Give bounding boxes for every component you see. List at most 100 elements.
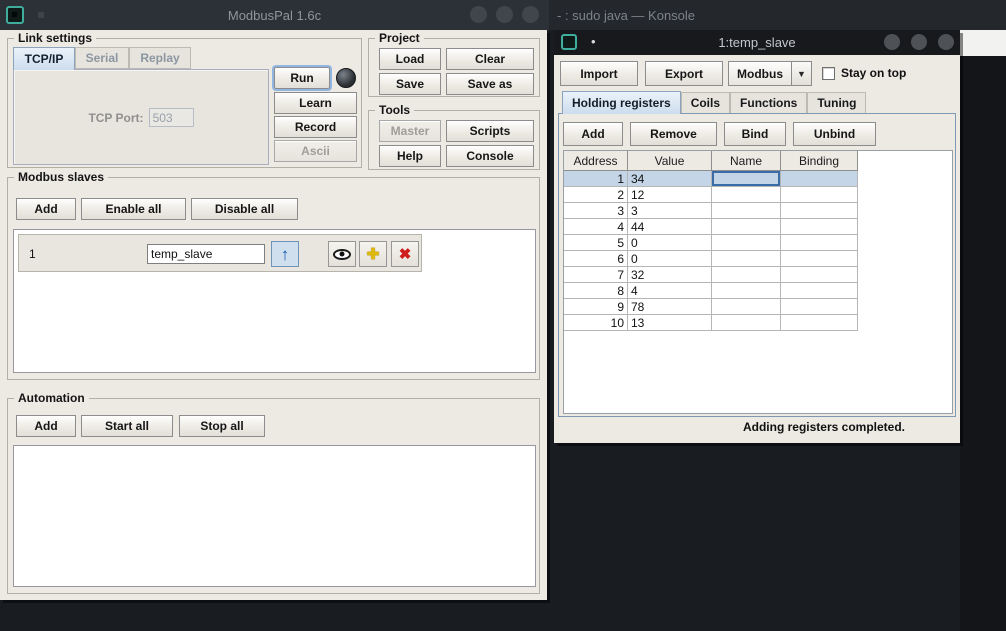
- tab-serial[interactable]: Serial: [75, 47, 129, 69]
- tab-tcpip[interactable]: TCP/IP: [13, 47, 75, 70]
- remove-register-button[interactable]: Remove: [630, 122, 717, 146]
- delete-slave-button[interactable]: ✖: [391, 241, 419, 267]
- register-cell-value[interactable]: 44: [628, 219, 712, 235]
- register-cell-name[interactable]: [712, 235, 781, 251]
- slave-window-minimize-button[interactable]: [884, 34, 900, 50]
- show-slave-panel-button[interactable]: ↑: [271, 241, 299, 267]
- register-cell-address[interactable]: 1: [564, 171, 628, 187]
- modbuspal-titlebar[interactable]: ModbusPal 1.6c: [0, 0, 549, 30]
- duplicate-slave-button[interactable]: ✚: [359, 241, 387, 267]
- register-cell-name[interactable]: [712, 315, 781, 331]
- register-row[interactable]: 50: [564, 235, 952, 251]
- slave-name-input[interactable]: [147, 244, 265, 264]
- register-row[interactable]: 33: [564, 203, 952, 219]
- register-cell-value[interactable]: 12: [628, 187, 712, 203]
- register-cell-binding[interactable]: [781, 203, 858, 219]
- register-cell-address[interactable]: 3: [564, 203, 628, 219]
- tab-coils[interactable]: Coils: [681, 92, 730, 114]
- save-as-button[interactable]: Save as: [446, 73, 534, 95]
- disable-all-button[interactable]: Disable all: [191, 198, 298, 220]
- tab-holding-registers[interactable]: Holding registers: [562, 91, 681, 114]
- register-cell-value[interactable]: 34: [628, 171, 712, 187]
- register-cell-binding[interactable]: [781, 283, 858, 299]
- learn-button[interactable]: Learn: [274, 92, 357, 114]
- register-cell-address[interactable]: 2: [564, 187, 628, 203]
- register-cell-address[interactable]: 5: [564, 235, 628, 251]
- record-button[interactable]: Record: [274, 116, 357, 138]
- register-cell-binding[interactable]: [781, 171, 858, 187]
- register-cell-address[interactable]: 6: [564, 251, 628, 267]
- add-slave-button[interactable]: Add: [16, 198, 76, 220]
- register-cell-name[interactable]: [712, 203, 781, 219]
- register-cell-address[interactable]: 8: [564, 283, 628, 299]
- register-cell-binding[interactable]: [781, 187, 858, 203]
- register-cell-binding[interactable]: [781, 219, 858, 235]
- window-close-button[interactable]: [522, 6, 539, 23]
- register-row[interactable]: 84: [564, 283, 952, 299]
- tab-replay[interactable]: Replay: [129, 47, 191, 69]
- register-cell-value[interactable]: 13: [628, 315, 712, 331]
- console-button[interactable]: Console: [446, 145, 534, 167]
- register-cell-binding[interactable]: [781, 251, 858, 267]
- register-row[interactable]: 1013: [564, 315, 952, 331]
- konsole-titlebar[interactable]: - : sudo java — Konsole: [549, 0, 1006, 30]
- register-row[interactable]: 212: [564, 187, 952, 203]
- tab-tuning[interactable]: Tuning: [807, 92, 866, 114]
- register-cell-value[interactable]: 3: [628, 203, 712, 219]
- register-cell-value[interactable]: 4: [628, 283, 712, 299]
- scripts-button[interactable]: Scripts: [446, 120, 534, 142]
- register-cell-name[interactable]: [712, 171, 781, 187]
- register-cell-address[interactable]: 9: [564, 299, 628, 315]
- slave-window-close-button[interactable]: [938, 34, 954, 50]
- tcp-port-input[interactable]: [149, 108, 194, 127]
- register-cell-value[interactable]: 0: [628, 235, 712, 251]
- column-header-address[interactable]: Address: [564, 151, 628, 171]
- help-button[interactable]: Help: [379, 145, 441, 167]
- tab-functions[interactable]: Functions: [730, 92, 807, 114]
- register-cell-binding[interactable]: [781, 235, 858, 251]
- master-button[interactable]: Master: [379, 120, 441, 142]
- register-row[interactable]: 444: [564, 219, 952, 235]
- register-cell-address[interactable]: 7: [564, 267, 628, 283]
- clear-button[interactable]: Clear: [446, 48, 534, 70]
- chevron-down-icon[interactable]: ▼: [791, 62, 811, 85]
- register-cell-binding[interactable]: [781, 299, 858, 315]
- register-row[interactable]: 134: [564, 171, 952, 187]
- register-cell-binding[interactable]: [781, 267, 858, 283]
- load-button[interactable]: Load: [379, 48, 441, 70]
- register-cell-value[interactable]: 78: [628, 299, 712, 315]
- column-header-binding[interactable]: Binding: [781, 151, 858, 171]
- unbind-button[interactable]: Unbind: [793, 122, 876, 146]
- register-cell-address[interactable]: 10: [564, 315, 628, 331]
- implementation-combo[interactable]: Modbus ▼: [728, 61, 812, 86]
- slave-list-item[interactable]: 1 ↑ ✚ ✖: [18, 234, 422, 272]
- slave-window-maximize-button[interactable]: [911, 34, 927, 50]
- register-cell-name[interactable]: [712, 283, 781, 299]
- column-header-name[interactable]: Name: [712, 151, 781, 171]
- register-cell-value[interactable]: 0: [628, 251, 712, 267]
- bind-button[interactable]: Bind: [724, 122, 786, 146]
- register-cell-address[interactable]: 4: [564, 219, 628, 235]
- save-button[interactable]: Save: [379, 73, 441, 95]
- register-cell-binding[interactable]: [781, 315, 858, 331]
- toggle-visibility-button[interactable]: [328, 241, 356, 267]
- add-register-button[interactable]: Add: [563, 122, 623, 146]
- register-row[interactable]: 978: [564, 299, 952, 315]
- slave-window-titlebar[interactable]: • 1:temp_slave: [554, 30, 960, 55]
- ascii-button[interactable]: Ascii: [274, 140, 357, 162]
- stay-on-top-checkbox[interactable]: [822, 67, 835, 80]
- register-row[interactable]: 732: [564, 267, 952, 283]
- register-cell-name[interactable]: [712, 251, 781, 267]
- export-button[interactable]: Export: [645, 61, 723, 86]
- register-cell-name[interactable]: [712, 219, 781, 235]
- import-button[interactable]: Import: [560, 61, 638, 86]
- column-header-value[interactable]: Value: [628, 151, 712, 171]
- register-row[interactable]: 60: [564, 251, 952, 267]
- stop-all-button[interactable]: Stop all: [179, 415, 265, 437]
- register-cell-name[interactable]: [712, 267, 781, 283]
- register-cell-name[interactable]: [712, 187, 781, 203]
- window-minimize-button[interactable]: [470, 6, 487, 23]
- register-cell-value[interactable]: 32: [628, 267, 712, 283]
- register-cell-name[interactable]: [712, 299, 781, 315]
- run-button[interactable]: Run: [274, 67, 330, 89]
